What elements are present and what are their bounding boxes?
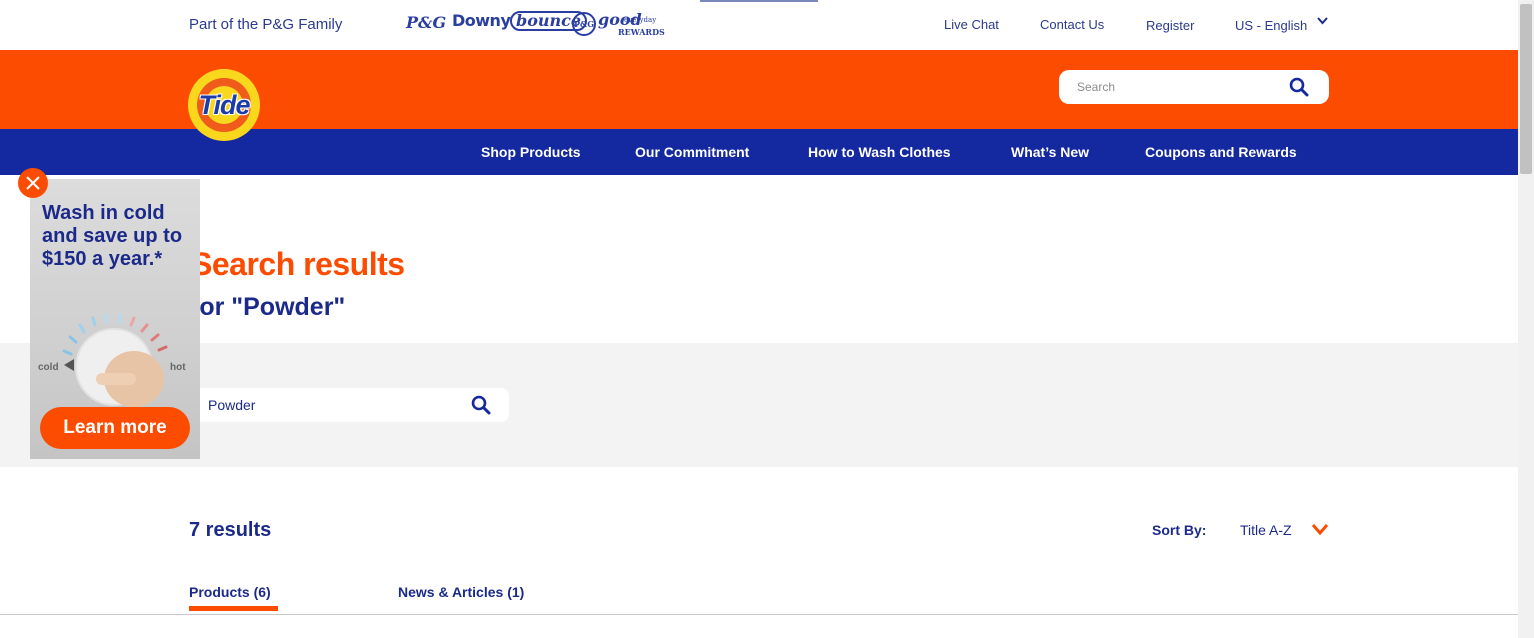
chevron-down-icon[interactable] xyxy=(1317,15,1328,26)
pg-good-rewards-word: REWARDS xyxy=(618,27,665,37)
page-title: Search results xyxy=(191,246,405,282)
chevron-down-icon[interactable] xyxy=(1311,522,1329,536)
nav-our-commitment[interactable]: Our Commitment xyxy=(635,144,749,160)
downy-brand-logo[interactable]: Downy xyxy=(452,11,511,30)
top-indicator-line xyxy=(700,0,818,2)
active-tab-indicator xyxy=(189,606,278,611)
nav-coupons-rewards[interactable]: Coupons and Rewards xyxy=(1145,144,1297,160)
language-selector[interactable]: US - English xyxy=(1235,18,1307,33)
header-search-box xyxy=(1059,70,1329,104)
sort-dropdown[interactable]: Title A-Z xyxy=(1240,522,1292,538)
cold-wash-ad[interactable]: Wash in cold and save up to $150 a year.… xyxy=(30,179,200,459)
utility-bar: Part of the P&G Family P&G Downy bounce … xyxy=(0,0,1518,50)
close-icon xyxy=(26,176,40,190)
pg-good-circle: P&G xyxy=(572,12,596,36)
page: Part of the P&G Family P&G Downy bounce … xyxy=(0,0,1534,638)
pg-good-everyday-logo[interactable]: P&G good everyday REWARDS xyxy=(572,10,665,38)
learn-more-button[interactable]: Learn more xyxy=(40,407,190,449)
nav-shop-products[interactable]: Shop Products xyxy=(481,144,581,160)
tab-news-articles[interactable]: News & Articles (1) xyxy=(398,584,524,600)
pg-good-everyday-word: everyday xyxy=(624,16,657,24)
pg-family-text: Part of the P&G Family xyxy=(189,16,343,33)
sort-label: Sort By: xyxy=(1152,522,1207,538)
results-search-input[interactable] xyxy=(208,396,458,414)
contact-us-link[interactable]: Contact Us xyxy=(1040,17,1104,32)
search-icon[interactable] xyxy=(1289,77,1309,97)
tab-products[interactable]: Products (6) xyxy=(189,584,271,600)
ad-dial-cold-label: cold xyxy=(38,362,59,373)
ad-dial-hot-label: hot xyxy=(170,362,186,373)
live-chat-link[interactable]: Live Chat xyxy=(944,17,999,32)
tabs-divider xyxy=(0,614,1518,615)
register-link[interactable]: Register xyxy=(1146,18,1194,33)
logo-word: Tide xyxy=(198,90,250,120)
results-search-box xyxy=(188,388,509,422)
nav-whats-new[interactable]: What’s New xyxy=(1011,144,1089,160)
pg-brand-logo[interactable]: P&G xyxy=(406,13,446,32)
close-ad-button[interactable] xyxy=(18,168,48,198)
header-search-input[interactable] xyxy=(1077,78,1277,96)
page-scrollbar[interactable] xyxy=(1518,0,1534,638)
search-icon[interactable] xyxy=(471,395,491,415)
tide-logo[interactable]: Tide xyxy=(188,69,260,141)
nav-how-to-wash[interactable]: How to Wash Clothes xyxy=(808,144,951,160)
search-query-subtitle: for "Powder" xyxy=(191,293,346,321)
scrollbar-thumb[interactable] xyxy=(1520,4,1532,174)
ad-headline: Wash in cold and save up to $150 a year.… xyxy=(42,202,183,270)
results-count: 7 results xyxy=(189,519,272,541)
